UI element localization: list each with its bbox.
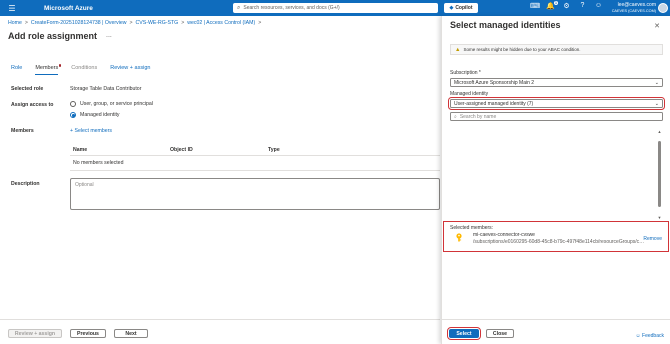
copilot-icon: ◆	[449, 5, 454, 11]
portal-menu-icon[interactable]: ☰	[0, 4, 24, 13]
tab-members[interactable]: Members	[35, 64, 62, 75]
warning-text: Some results might be hidden due to your…	[463, 47, 581, 52]
tab-review-assign[interactable]: Review + assign	[110, 65, 150, 75]
tab-conditions[interactable]: Conditions	[71, 65, 97, 75]
feedback-icon[interactable]: ☺	[594, 2, 603, 10]
subscription-label: Subscription *	[450, 70, 481, 76]
breadcrumb-separator: >	[258, 20, 262, 26]
previous-button[interactable]: Previous	[70, 329, 106, 338]
next-button[interactable]: Next	[114, 329, 148, 338]
scrollbar-thumb[interactable]	[658, 141, 661, 207]
scroll-down-icon[interactable]: ▼	[657, 215, 662, 220]
column-name: Name	[73, 147, 88, 153]
column-type: Type	[268, 147, 280, 153]
radio-managed-identity[interactable]: Managed identity	[70, 112, 120, 118]
feedback-label: Feedback	[642, 333, 664, 339]
copilot-label: Copilot	[455, 5, 473, 11]
radio-circle-checked	[70, 112, 76, 118]
select-members-link[interactable]: + Select members	[70, 128, 112, 134]
subscription-value: Microsoft Azure Sponsorship Main 2	[454, 79, 535, 86]
members-table: Name Object ID Type No members selected	[70, 147, 440, 171]
breadcrumb: Home > CreateForm-20251028124738 | Overvie…	[8, 20, 264, 26]
members-label: Members	[11, 128, 34, 134]
review-assign-button[interactable]: Review + assign	[8, 329, 62, 338]
selected-role-label: Selected role	[11, 86, 44, 92]
radio-label: User, group, or service principal	[80, 101, 153, 107]
avatar[interactable]	[658, 3, 668, 13]
description-label: Description	[11, 181, 40, 187]
search-icon: ⌕	[237, 4, 241, 11]
abac-warning-bar: ▲ Some results might be hidden due to yo…	[450, 44, 663, 55]
account-info[interactable]: lee@caeves.com CAEVES (CAEVES.COM)	[612, 2, 656, 14]
subscription-dropdown[interactable]: Microsoft Azure Sponsorship Main 2 ⌄	[450, 78, 663, 87]
notification-badge: 1	[554, 1, 558, 5]
breadcrumb-item-resource-group[interactable]: CVS-WE-RG-STG	[136, 20, 179, 26]
managed-identity-label: Managed identity	[450, 91, 489, 97]
radio-user-group[interactable]: User, group, or service principal	[70, 101, 153, 107]
managed-identity-dropdown[interactable]: User-assigned managed identity (7) ⌄	[447, 96, 666, 111]
breadcrumb-item-home[interactable]: Home	[8, 20, 22, 26]
top-bar: ☰ Microsoft Azure ⌕ Search resources, se…	[0, 0, 670, 16]
selected-members-label: Selected members:	[450, 225, 494, 231]
panel-footer: Select Close ☺ Feedback	[442, 319, 670, 344]
close-icon[interactable]: ✕	[654, 22, 660, 30]
tab-role[interactable]: Role	[11, 65, 22, 75]
selected-role-value: Storage Table Data Contributor	[70, 86, 142, 92]
settings-icon[interactable]: ⚙	[562, 2, 571, 10]
selected-member-name: mi-caeves-connector-cvswe	[473, 232, 535, 238]
breadcrumb-separator: >	[181, 20, 185, 26]
select-button[interactable]: Select	[446, 326, 482, 341]
table-empty-row: No members selected	[70, 156, 440, 171]
account-directory: CAEVES (CAEVES.COM)	[611, 9, 656, 13]
search-placeholder: Search resources, services, and docs (G+…	[243, 5, 340, 11]
notifications-icon[interactable]: 🔔 1	[546, 1, 558, 10]
wizard-tabs: Role Members Conditions Review + assign	[11, 64, 150, 75]
required-dot	[58, 64, 62, 67]
breadcrumb-separator: >	[24, 20, 28, 26]
search-icon: ⌕	[454, 113, 457, 120]
select-members-label: Select members	[74, 128, 112, 134]
brand-title[interactable]: Microsoft Azure	[44, 5, 93, 12]
close-button[interactable]: Close	[486, 329, 514, 338]
tab-members-label: Members	[35, 65, 59, 71]
panel-title: Select managed identities	[450, 20, 561, 30]
feedback-link[interactable]: ☺ Feedback	[636, 333, 664, 339]
chevron-down-icon: ⌄	[654, 101, 659, 107]
selected-member-path: /subscriptions/e0160295-60d8-45c8-b79c-4…	[473, 239, 645, 245]
radio-circle	[70, 101, 76, 107]
selected-members-section: Selected members: mi-caeves-connector-cv…	[442, 220, 670, 253]
search-by-name-placeholder: Search by name	[459, 113, 497, 120]
page-footer: Review + assign Previous Next	[0, 319, 440, 344]
warning-icon: ▲	[455, 46, 461, 53]
column-object-id: Object ID	[170, 147, 193, 153]
page-title: Add role assignment	[8, 31, 98, 41]
table-header: Name Object ID Type	[70, 147, 440, 156]
help-icon[interactable]: ?	[578, 2, 587, 10]
search-by-name-input[interactable]: ⌕ Search by name	[450, 112, 663, 121]
global-search-input[interactable]: ⌕ Search resources, services, and docs (…	[233, 3, 438, 13]
more-options-button[interactable]: ...	[106, 32, 112, 39]
scroll-up-icon[interactable]: ▲	[657, 129, 662, 134]
breadcrumb-item-deployment[interactable]: CreateForm-20251028124738 | Overview	[31, 20, 127, 26]
breadcrumb-separator: >	[129, 20, 133, 26]
cloud-shell-icon[interactable]: ⌨	[530, 2, 540, 10]
managed-identity-icon	[456, 233, 462, 242]
breadcrumb-item-iam[interactable]: wec02 | Access Control (IAM)	[187, 20, 255, 26]
radio-label: Managed identity	[80, 112, 120, 118]
chevron-down-icon: ⌄	[654, 80, 659, 86]
copilot-button[interactable]: ◆ Copilot	[444, 3, 478, 13]
remove-member-link[interactable]: Remove	[643, 236, 662, 242]
managed-identity-value: User-assigned managed identity (7)	[454, 100, 534, 107]
select-managed-identities-panel: Select managed identities ✕ ▲ Some resul…	[441, 16, 670, 344]
description-field[interactable]: Optional	[70, 178, 440, 210]
assign-access-label: Assign access to	[11, 102, 54, 108]
identity-list-scrollbar[interactable]: ▲ ▼	[657, 129, 662, 220]
